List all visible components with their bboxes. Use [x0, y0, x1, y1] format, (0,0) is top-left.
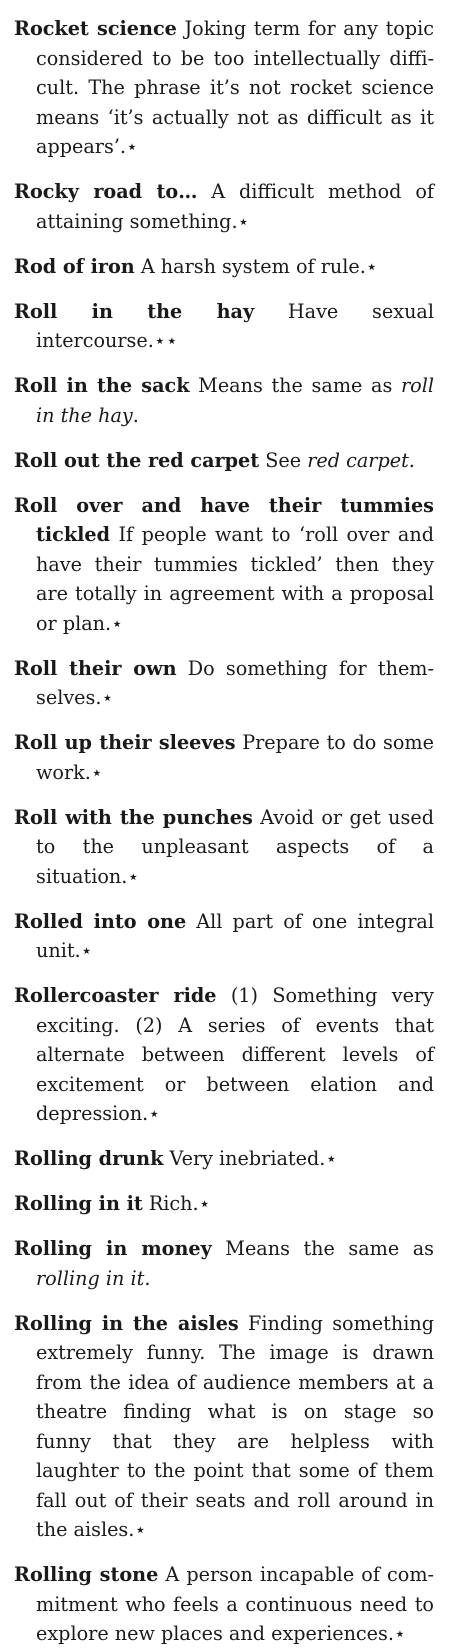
dictionary-entry: Roll over and have their tummies tickled…: [14, 491, 434, 639]
cross-reference: rolling in it.: [36, 1266, 151, 1290]
dictionary-entry: Roll their own Do something for them­sel…: [14, 654, 434, 713]
dictionary-entry: Rolling stone A person incapable of com­…: [14, 1560, 434, 1649]
entry-definition: Rich.⋆: [143, 1192, 211, 1215]
definition-text: Very inebriated.⋆: [163, 1147, 338, 1170]
definition-text: Means the same as: [211, 1237, 434, 1260]
dictionary-entry: Roll in the sack Means the same as roll …: [14, 371, 434, 430]
entry-term: Rolling stone: [14, 1563, 159, 1586]
entry-term: Roll their own: [14, 656, 177, 680]
entry-term: Roll in the hay: [14, 299, 255, 323]
dictionary-entry: Rolling in it Rich.⋆: [14, 1189, 434, 1219]
cross-reference: red carpet.: [307, 448, 415, 472]
entry-term: Rolling in the aisles: [14, 1311, 239, 1335]
entry-definition: See red carpet.: [259, 449, 415, 472]
entry-term: Rocket science: [14, 17, 177, 40]
dictionary-entry: Roll in the hay Have sexual intercourse.…: [14, 297, 434, 356]
definition-text: See: [259, 448, 308, 472]
definition-text: Means the same as: [189, 374, 401, 397]
entry-term: Rolled into one: [14, 909, 187, 933]
definition-text: .: [132, 403, 139, 427]
dictionary-entry: Rolled into one All part of one integral…: [14, 907, 434, 966]
entry-term: Rollercoaster ride: [14, 984, 217, 1007]
dictionary-entry: Roll up their sleeves Prepare to do some…: [14, 728, 434, 787]
definition-text: Rich.⋆: [142, 1192, 211, 1215]
dictionary-entry: Rollercoaster ride (1) Something very ex…: [14, 981, 434, 1129]
dictionary-entry: Rocket science Joking term for any topic…: [14, 14, 434, 162]
entry-term: Rolling drunk: [14, 1147, 164, 1170]
dictionary-entry: Rolling in the aisles Finding something …: [14, 1309, 434, 1545]
definition-text: Finding something extremely funny. The i…: [36, 1311, 435, 1542]
definition-text: A harsh system of rule.⋆: [134, 254, 378, 278]
entry-term: Roll with the punches: [14, 805, 253, 829]
entry-term: Roll up their sleeves: [14, 731, 236, 754]
entry-definition: A harsh system of rule.⋆: [135, 255, 378, 278]
entry-definition: Very inebriated.⋆: [163, 1147, 337, 1170]
dictionary-page: Rocket science Joking term for any topic…: [0, 0, 450, 1649]
entry-term: Roll in the sack: [14, 374, 190, 397]
entry-term: Roll out the red carpet: [14, 448, 260, 472]
dictionary-entry: Roll out the red carpet See red carpet.: [14, 446, 434, 476]
dictionary-entry: Rolling in money Means the same as rolli…: [14, 1234, 434, 1293]
entry-definition: Finding something extremely funny. The i…: [36, 1312, 434, 1542]
entry-term: Rocky road to…: [14, 180, 198, 203]
entry-term: Rolling in it: [14, 1192, 143, 1215]
entry-term: Rolling in money: [14, 1237, 212, 1260]
dictionary-entry: Rocky road to… A difficult method of att…: [14, 177, 434, 236]
dictionary-entry: Roll with the punches Avoid or get used …: [14, 803, 434, 892]
dictionary-entry: Rod of iron A harsh system of rule.⋆: [14, 252, 434, 282]
entry-term: Rod of iron: [14, 254, 135, 278]
dictionary-entry: Rolling drunk Very inebriated.⋆: [14, 1144, 434, 1174]
